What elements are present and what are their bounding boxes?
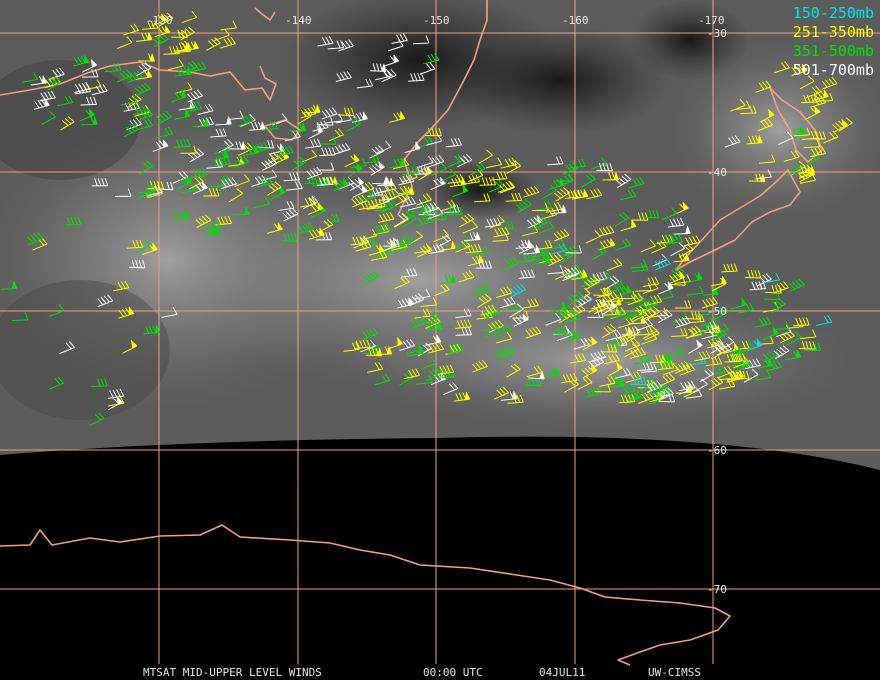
footer-caption: MTSAT MID-UPPER LEVEL WINDS 00:00 UTC 04… (0, 664, 880, 680)
wind-barb (303, 111, 320, 114)
source-label: UW-CIMSS (648, 666, 701, 679)
legend-item-150-250: 150-250mb (792, 4, 874, 22)
satellite-wind-map: -130 -140 -150 -160 -170 -30 -40 -50 -60… (0, 0, 880, 680)
legend-item-501-700: 501-700mb (792, 61, 874, 79)
wind-barb (397, 242, 414, 245)
wind-barb (667, 353, 684, 356)
wind-barb (412, 42, 430, 45)
lon-label: -160 (562, 14, 589, 27)
lat-label: -30 (707, 27, 727, 40)
map-canvas: -130 -140 -150 -160 -170 -30 -40 -50 -60… (0, 0, 880, 666)
lat-label: -50 (707, 305, 727, 318)
wind-barb (383, 245, 400, 248)
wind-barb (799, 347, 816, 350)
wind-barb (497, 227, 514, 230)
wind-barb (658, 400, 675, 403)
wind-barb (319, 154, 336, 157)
legend-item-351-500: 351-500mb (792, 42, 874, 60)
lon-label: -140 (285, 14, 312, 27)
wind-barb (80, 103, 97, 106)
lat-label: -60 (707, 444, 727, 457)
wind-barb (414, 173, 431, 175)
wind-barb (740, 112, 757, 115)
wind-barb (803, 146, 820, 149)
satellite-imagery (0, 0, 880, 470)
pressure-legend: 150-250mb 251-350mb 351-500mb 501-700mb (793, 4, 874, 80)
lat-label: -40 (707, 166, 727, 179)
time-label: 00:00 UTC (423, 666, 483, 679)
legend-item-251-350: 251-350mb (792, 23, 874, 41)
wind-barb (721, 270, 738, 273)
date-label: 04JUL11 (539, 666, 586, 679)
product-title: MTSAT MID-UPPER LEVEL WINDS (143, 666, 322, 679)
wind-barb (163, 53, 180, 55)
lon-label: -170 (698, 14, 725, 27)
wind-barb (642, 216, 659, 219)
lon-label: -150 (423, 14, 450, 27)
lon-label: -130 (146, 14, 173, 27)
wind-barb (171, 36, 188, 39)
lat-label: -70 (707, 583, 727, 596)
